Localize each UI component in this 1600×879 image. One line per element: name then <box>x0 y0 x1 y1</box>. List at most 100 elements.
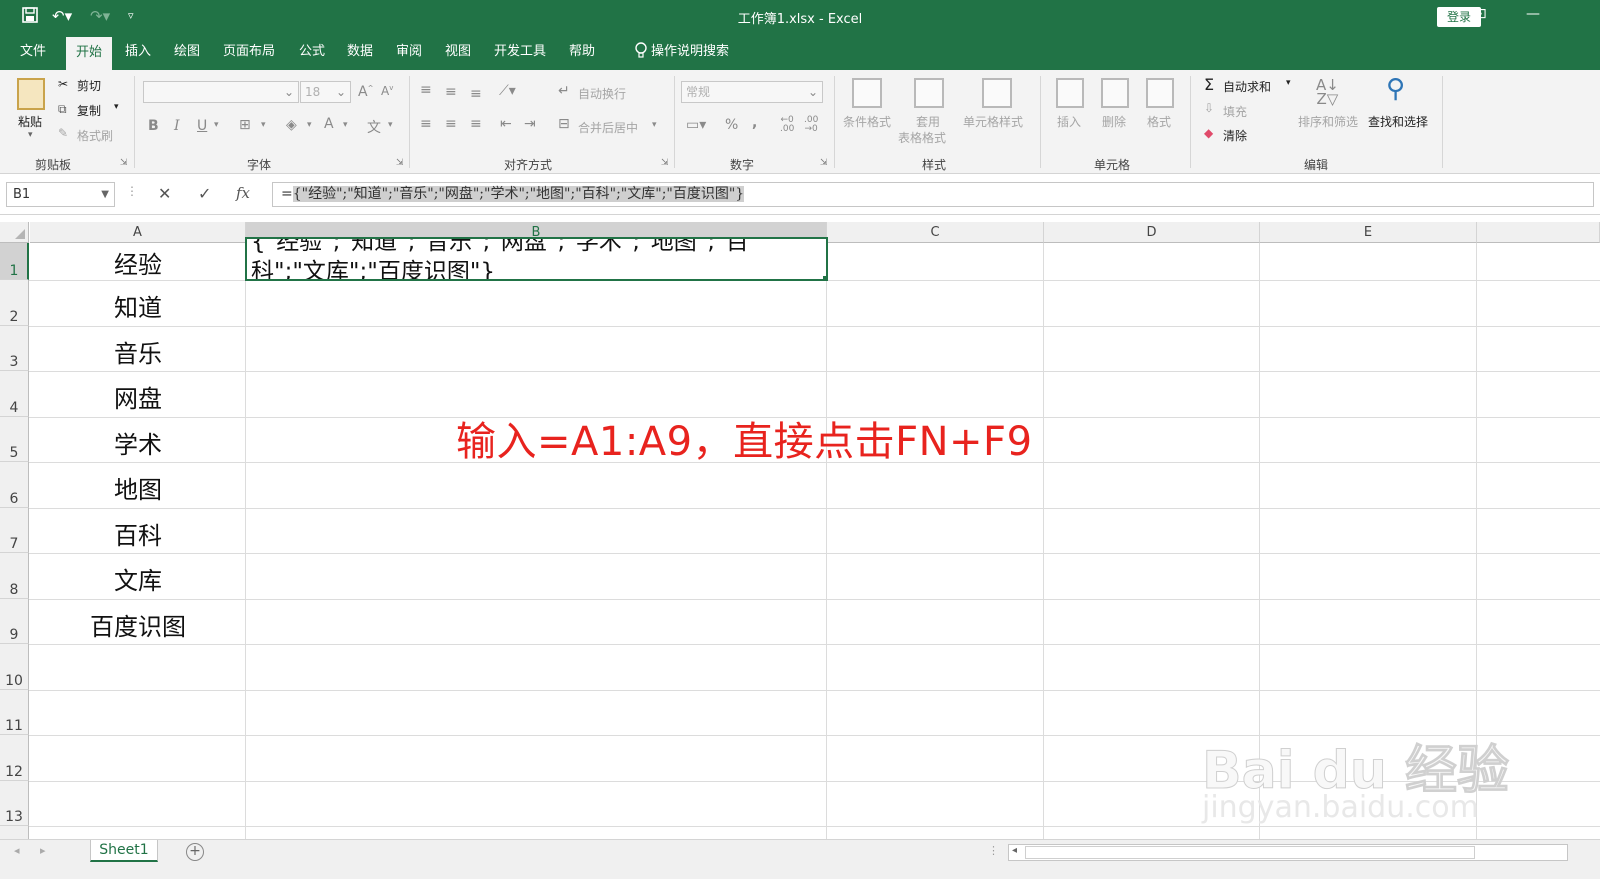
row-header-6[interactable]: 6 <box>0 462 29 508</box>
autosum-dropdown-icon[interactable]: ▾ <box>1286 78 1291 88</box>
sort-filter-button[interactable]: 排序和筛选 <box>1298 113 1358 130</box>
clipboard-launcher-icon[interactable]: ⇲ <box>120 158 128 168</box>
tab-help[interactable]: 帮助 <box>559 33 605 70</box>
cell-styles-button[interactable]: 单元格样式 <box>963 113 1023 130</box>
format-as-table-button-line1[interactable]: 套用 <box>916 113 940 130</box>
cell-styles-icon[interactable] <box>982 78 1012 108</box>
cell-a4[interactable]: 网盘 <box>30 379 246 414</box>
ribbon-display-options-icon[interactable]: ⊡ <box>1475 6 1487 22</box>
name-box[interactable]: B1 ▼ <box>6 182 115 207</box>
accounting-format-icon[interactable]: ▭▾ <box>686 117 706 133</box>
align-bottom-icon[interactable]: ≡ <box>470 86 482 102</box>
delete-cells-button[interactable]: 删除 <box>1102 113 1126 130</box>
tab-page-layout[interactable]: 页面布局 <box>213 33 285 70</box>
font-name-combo[interactable]: ⌄ <box>143 81 299 103</box>
scroll-left-icon[interactable]: ◂ <box>1012 845 1017 856</box>
eraser-icon[interactable]: ◆ <box>1204 126 1213 140</box>
font-size-combo[interactable]: 18 ⌄ <box>300 81 351 103</box>
fill-color-icon[interactable]: ◈ <box>286 117 297 133</box>
decrease-decimal-icon[interactable]: .00 →0 <box>804 116 818 134</box>
column-header-a[interactable]: A <box>30 222 246 243</box>
scroll-sheets-left-icon[interactable]: ◂ <box>14 844 20 857</box>
copy-dropdown-icon[interactable]: ▾ <box>114 102 119 112</box>
row-header-13[interactable]: 13 <box>0 781 29 826</box>
cell-a7[interactable]: 百科 <box>30 516 246 551</box>
format-painter-icon[interactable]: ✎ <box>58 126 68 140</box>
tab-home[interactable]: 开始 <box>66 37 113 70</box>
paste-dropdown-icon[interactable]: ▾ <box>28 130 33 140</box>
align-center-icon[interactable]: ≡ <box>445 116 457 132</box>
insert-cells-button[interactable]: 插入 <box>1057 113 1081 130</box>
cell-a1[interactable]: 经验 <box>30 245 246 280</box>
row-header-11[interactable]: 11 <box>0 690 29 735</box>
fill-icon[interactable]: ⇩ <box>1204 101 1214 115</box>
cell-a5[interactable]: 学术 <box>30 425 246 460</box>
formula-input[interactable]: ={"经验";"知道";"音乐";"网盘";"学术";"地图";"百科";"文库… <box>272 182 1594 207</box>
active-cell-b1[interactable]: {"经验";"知道";"音乐";"网盘";"学术";"地图";"百 科";"文库… <box>245 237 828 281</box>
align-left-icon[interactable]: ≡ <box>420 116 432 132</box>
increase-decimal-icon[interactable]: ←0.00 <box>780 116 794 134</box>
merge-dropdown-icon[interactable]: ▾ <box>652 120 657 130</box>
tab-data[interactable]: 数据 <box>337 33 383 70</box>
row-header-9[interactable]: 9 <box>0 599 29 644</box>
tab-view[interactable]: 视图 <box>435 33 481 70</box>
tab-file[interactable]: 文件 <box>10 33 56 70</box>
row-header-2[interactable]: 2 <box>0 280 29 326</box>
sort-filter-icon[interactable]: A↓ Z▽ <box>1316 78 1339 107</box>
decrease-indent-icon[interactable]: ⇤ <box>500 116 512 132</box>
phonetic-dropdown-icon[interactable]: ▾ <box>388 120 393 130</box>
insert-function-icon[interactable]: fx <box>236 184 250 202</box>
cell-a9[interactable]: 百度识图 <box>30 607 246 642</box>
phonetic-guide-icon[interactable]: 文 <box>367 117 381 137</box>
add-sheet-button[interactable]: + <box>186 843 204 861</box>
cell-a3[interactable]: 音乐 <box>30 334 246 369</box>
find-select-button[interactable]: 查找和选择 <box>1368 113 1428 130</box>
alignment-launcher-icon[interactable]: ⇲ <box>661 158 669 168</box>
wrap-text-icon[interactable]: ↵ <box>558 83 570 99</box>
increase-font-size-icon[interactable]: A^ <box>358 84 373 100</box>
magnifier-icon[interactable]: ⚲ <box>1386 74 1405 104</box>
fill-color-dropdown-icon[interactable]: ▾ <box>307 120 312 130</box>
scrollbar-thumb[interactable] <box>1025 846 1475 859</box>
number-format-combo[interactable]: 常规 ⌄ <box>681 81 823 103</box>
row-header-8[interactable]: 8 <box>0 553 29 599</box>
borders-icon[interactable]: ⊞ <box>239 117 251 133</box>
format-as-table-button-line2[interactable]: 表格格式 <box>898 129 946 146</box>
scroll-split-grip-icon[interactable]: ⋮ <box>988 844 999 857</box>
cell-a8[interactable]: 文库 <box>30 561 246 596</box>
percent-button[interactable]: % <box>725 117 738 133</box>
autosum-icon[interactable]: Σ <box>1204 75 1214 94</box>
row-header-10[interactable]: 10 <box>0 644 29 690</box>
row-header-3[interactable]: 3 <box>0 326 29 371</box>
row-header-1[interactable]: 1 <box>0 243 29 280</box>
increase-indent-icon[interactable]: ⇥ <box>524 116 536 132</box>
cell-a2[interactable]: 知道 <box>30 288 246 323</box>
autosum-button[interactable]: 自动求和 <box>1223 78 1271 95</box>
comma-style-button[interactable]: , <box>752 115 757 131</box>
format-as-table-icon[interactable] <box>914 78 944 108</box>
orientation-icon[interactable]: ⟋▾ <box>499 83 516 99</box>
row-header-5[interactable]: 5 <box>0 417 29 462</box>
copy-button[interactable]: 复制 <box>77 102 101 119</box>
insert-cells-icon[interactable] <box>1056 78 1084 108</box>
sheet-tab-sheet1[interactable]: Sheet1 <box>90 840 158 862</box>
decrease-font-size-icon[interactable]: Av <box>381 84 393 98</box>
bold-button[interactable]: B <box>148 118 159 134</box>
conditional-formatting-button[interactable]: 条件格式 <box>843 113 891 130</box>
underline-button[interactable]: U <box>197 118 207 134</box>
merge-center-icon[interactable]: ⊟ <box>558 116 570 132</box>
cut-button[interactable]: 剪切 <box>77 77 101 94</box>
tab-insert[interactable]: 插入 <box>115 33 161 70</box>
copy-icon[interactable]: ⧉ <box>58 102 67 117</box>
merge-center-button[interactable]: 合并后居中 <box>578 119 638 136</box>
align-middle-icon[interactable]: ≡ <box>445 84 457 100</box>
tab-review[interactable]: 审阅 <box>386 33 432 70</box>
column-header-d[interactable]: D <box>1044 222 1260 243</box>
align-top-icon[interactable]: ≡ <box>420 82 432 98</box>
align-right-icon[interactable]: ≡ <box>470 116 482 132</box>
wrap-text-button[interactable]: 自动换行 <box>578 85 626 102</box>
italic-button[interactable]: I <box>174 118 180 134</box>
row-header-4[interactable]: 4 <box>0 371 29 417</box>
clear-button[interactable]: 清除 <box>1223 127 1247 144</box>
delete-cells-icon[interactable] <box>1101 78 1129 108</box>
